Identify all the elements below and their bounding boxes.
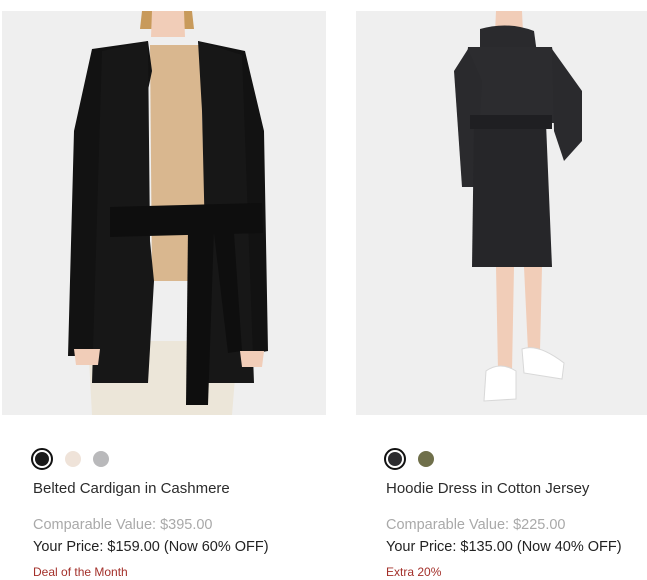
swatch-black[interactable] xyxy=(31,448,53,470)
cardigan-illustration xyxy=(2,11,326,415)
comparable-value: Comparable Value: $225.00 xyxy=(386,517,566,533)
product-name[interactable]: Belted Cardigan in Cashmere xyxy=(33,480,230,497)
promo-label: Extra 20% xyxy=(386,565,442,579)
product-name[interactable]: Hoodie Dress in Cotton Jersey xyxy=(386,480,589,497)
swatch-grey[interactable] xyxy=(93,451,109,467)
swatch-charcoal[interactable] xyxy=(384,448,406,470)
comparable-value: Comparable Value: $395.00 xyxy=(33,517,213,533)
color-swatches xyxy=(31,448,109,470)
swatch-olive[interactable] xyxy=(418,451,434,467)
product-image[interactable] xyxy=(356,11,647,415)
hoodie-dress-illustration xyxy=(356,11,647,415)
promo-label: Deal of the Month xyxy=(33,565,128,579)
color-swatches xyxy=(384,448,434,470)
swatch-ivory[interactable] xyxy=(65,451,81,467)
your-price: Your Price: $159.00 (Now 60% OFF) xyxy=(33,539,269,555)
product-image[interactable] xyxy=(2,11,326,415)
your-price: Your Price: $135.00 (Now 40% OFF) xyxy=(386,539,622,555)
